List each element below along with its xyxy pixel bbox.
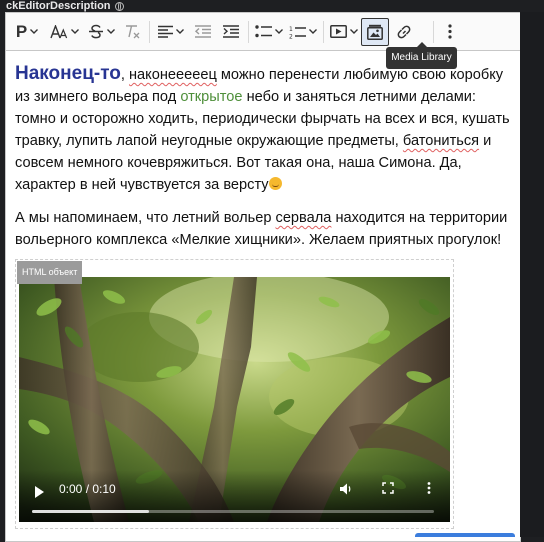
font-size-dropdown[interactable]: [44, 18, 84, 46]
chevron-down-icon: [106, 29, 115, 34]
remove-format-icon: [126, 25, 140, 39]
paragraph-2: А мы напоминаем, что летний вольер серва…: [15, 207, 520, 251]
outdent-button[interactable]: [189, 18, 217, 46]
paragraph-1: Наконец-то, наконееееец можно перенести …: [15, 63, 520, 196]
video-more-icon[interactable]: [427, 482, 431, 494]
video-controls: 0:00 / 0:10: [19, 470, 450, 522]
video-time: 0:00 / 0:10: [59, 482, 116, 496]
editor-toolbar: P 1 2: [6, 13, 520, 51]
outdent-icon: [195, 25, 211, 38]
play-icon[interactable]: [35, 486, 44, 498]
video-progress-bar[interactable]: [32, 510, 434, 513]
chevron-down-icon: [30, 29, 39, 34]
misspelled-word: батониться: [402, 133, 480, 149]
heading-dropdown[interactable]: P: [10, 18, 44, 46]
media-embed-icon: [330, 25, 347, 38]
misspelled-word: наконееееец: [128, 67, 217, 83]
video-progress-fill: [32, 510, 149, 513]
numbered-list-icon: 1 2: [289, 26, 306, 39]
bulleted-list-dropdown[interactable]: [252, 18, 286, 46]
editor-content[interactable]: Наконец-то, наконееееец можно перенести …: [15, 63, 520, 251]
fullscreen-icon[interactable]: [382, 482, 394, 494]
chevron-down-icon: [309, 29, 317, 34]
globe-icon: [114, 1, 124, 11]
chevron-down-icon: [176, 29, 184, 34]
volume-icon[interactable]: [339, 482, 353, 496]
toolbar-separator: [248, 20, 249, 43]
toolbar-separator: [433, 20, 434, 43]
content-link[interactable]: открытое: [180, 89, 242, 105]
font-size-icon: [49, 24, 67, 38]
bottom-action-button[interactable]: [415, 533, 515, 537]
link-icon: [397, 25, 411, 38]
svg-text:1: 1: [289, 26, 293, 33]
chevron-down-icon: [70, 29, 79, 34]
bulleted-list-icon: [255, 25, 272, 38]
indent-button[interactable]: [217, 18, 245, 46]
misspelled-word: сервала: [275, 210, 332, 226]
media-library-icon: [367, 24, 383, 40]
align-left-icon: [158, 25, 173, 38]
headline-text: Наконец-то: [15, 63, 121, 84]
chevron-down-icon: [350, 29, 358, 34]
toolbar-separator: [323, 20, 324, 43]
text-span: А мы напоминаем, что летний вольер: [15, 210, 276, 226]
numbered-list-dropdown[interactable]: 1 2: [286, 18, 320, 46]
strikethrough-dropdown[interactable]: [84, 18, 118, 46]
rich-text-editor: P 1 2 Наконец-то, наконееееец можно пере…: [5, 12, 521, 542]
link-button[interactable]: [389, 18, 419, 46]
field-label-text: ckEditorDescription: [6, 0, 111, 12]
media-embed-dropdown[interactable]: [327, 18, 361, 46]
more-options-button[interactable]: [437, 18, 463, 46]
smirk-emoji-icon: [268, 177, 282, 190]
media-library-tooltip: Media Library: [386, 42, 457, 69]
paragraph-icon: P: [15, 21, 28, 41]
media-library-button[interactable]: [361, 17, 389, 46]
strikethrough-icon: [88, 24, 103, 39]
html-object-label: HTML объект: [17, 261, 83, 284]
field-label: ckEditorDescription: [6, 0, 124, 12]
html-object-widget[interactable]: HTML объект 0:00 / 0:10: [15, 259, 454, 529]
remove-format-button[interactable]: [118, 18, 146, 46]
svg-text:2: 2: [289, 33, 293, 39]
indent-icon: [223, 25, 239, 38]
toolbar-separator: [149, 20, 150, 43]
chevron-down-icon: [275, 29, 283, 34]
more-vertical-icon: [448, 24, 452, 39]
page-background-strip: [520, 12, 544, 537]
text-span: ,: [120, 67, 129, 83]
alignment-dropdown[interactable]: [153, 18, 189, 46]
video-player[interactable]: 0:00 / 0:10: [19, 277, 450, 522]
